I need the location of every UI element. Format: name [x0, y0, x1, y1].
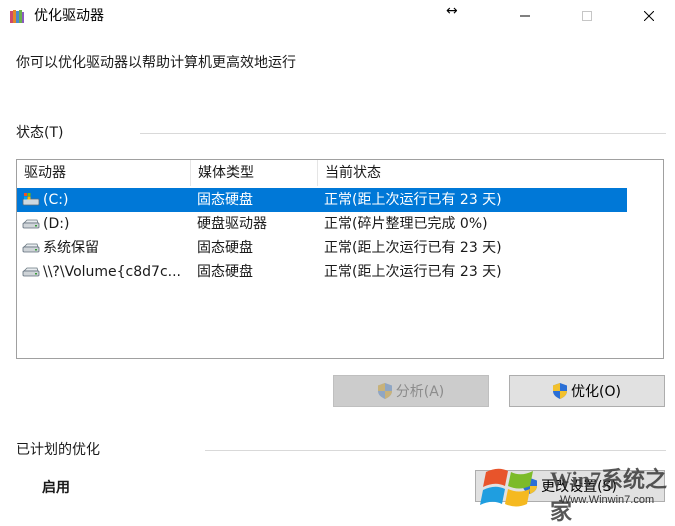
drive-icon [22, 267, 40, 277]
drive-row-c[interactable]: (C:) 固态硬盘 正常(距上次运行已有 23 天) [17, 188, 627, 212]
drive-name: (C:) [43, 192, 69, 208]
drive-icon [22, 243, 40, 253]
drive-media-type: 硬盘驱动器 [197, 216, 267, 232]
minimize-button[interactable] [502, 0, 548, 32]
analyze-button-label: 分析(A) [395, 384, 445, 400]
uac-shield-icon [377, 383, 392, 399]
maximize-icon [582, 11, 592, 21]
resize-cursor-icon: ↔ [446, 3, 458, 19]
column-header-current-status[interactable]: 当前状态 [318, 160, 663, 186]
window-title: 优化驱动器 [34, 8, 104, 24]
maximize-button[interactable] [564, 0, 610, 32]
drive-name: \\?\Volume{c8d7c... [43, 264, 182, 280]
scheduled-optimization-label: 已计划的优化 [16, 442, 100, 458]
drive-list[interactable]: 驱动器 媒体类型 当前状态 (C:) 固态硬盘 正常(距上次运行已有 23 天)… [16, 159, 664, 359]
windows-logo-icon [480, 468, 533, 507]
close-icon [644, 11, 654, 21]
column-header-drive[interactable]: 驱动器 [17, 160, 191, 186]
intro-text: 你可以优化驱动器以帮助计算机更高效地运行 [16, 55, 296, 71]
schedule-enabled-status: 启用 [42, 480, 70, 496]
drive-status: 正常(碎片整理已完成 0%) [324, 216, 488, 232]
analyze-button[interactable]: 分析(A) [333, 375, 489, 407]
drive-media-type: 固态硬盘 [197, 240, 253, 256]
close-button[interactable] [626, 0, 672, 32]
minimize-icon [520, 15, 530, 17]
drive-status: 正常(距上次运行已有 23 天) [324, 240, 502, 256]
drive-name: (D:) [43, 216, 70, 232]
drive-list-header: 驱动器 媒体类型 当前状态 [17, 160, 663, 186]
optimize-button-label: 优化(O) [571, 384, 621, 400]
column-header-media-type[interactable]: 媒体类型 [191, 160, 318, 186]
defrag-app-icon [10, 10, 24, 23]
site-watermark: Win7系统之家 Www.Winwin7.com [470, 458, 675, 524]
status-divider [140, 133, 666, 134]
drive-status: 正常(距上次运行已有 23 天) [324, 264, 502, 280]
windows-drive-icon [22, 193, 40, 206]
drive-media-type: 固态硬盘 [197, 192, 253, 208]
drive-row-volume[interactable]: \\?\Volume{c8d7c... 固态硬盘 正常(距上次运行已有 23 天… [17, 260, 627, 284]
drive-icon [22, 219, 40, 229]
drive-status: 正常(距上次运行已有 23 天) [324, 192, 502, 208]
optimize-button[interactable]: 优化(O) [509, 375, 665, 407]
title-bar[interactable]: 优化驱动器 ↔ [0, 0, 675, 32]
watermark-url: Www.Winwin7.com [560, 494, 655, 506]
drive-name: 系统保留 [43, 240, 99, 256]
drive-row-system-reserved[interactable]: 系统保留 固态硬盘 正常(距上次运行已有 23 天) [17, 236, 627, 260]
schedule-divider [205, 450, 666, 451]
status-label: 状态(T) [16, 125, 64, 141]
uac-shield-icon [553, 383, 568, 399]
drive-media-type: 固态硬盘 [197, 264, 253, 280]
drive-row-d[interactable]: (D:) 硬盘驱动器 正常(碎片整理已完成 0%) [17, 212, 627, 236]
